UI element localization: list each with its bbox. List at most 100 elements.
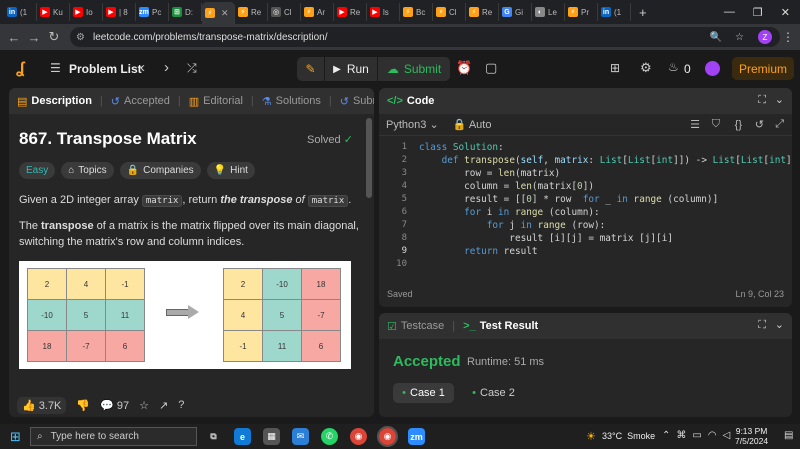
help-icon[interactable]: ? <box>178 399 184 411</box>
collapse-icon[interactable]: ⌄ <box>775 318 784 331</box>
restore-icon[interactable]: ❐ <box>753 6 763 19</box>
close-tab-icon[interactable]: ✕ <box>221 8 229 19</box>
browser-tab[interactable]: G Gi <box>499 3 532 21</box>
mail-icon[interactable]: ✉ <box>292 428 309 445</box>
back-icon[interactable]: ← <box>4 30 24 45</box>
code-tab[interactable]: </> Code <box>387 95 434 107</box>
user-avatar[interactable] <box>705 61 720 76</box>
task-view-icon[interactable]: ⧉ <box>205 428 222 445</box>
url-input[interactable]: ⚙ leetcode.com/problems/transpose-matrix… <box>70 27 780 47</box>
dislike-button[interactable]: 👎 <box>76 399 90 412</box>
browser-tab[interactable]: ▶ Ku <box>37 3 70 21</box>
browser-tab[interactable]: ⚡ Ar <box>301 3 334 21</box>
browser-tab[interactable]: ▶ | 8 <box>103 3 136 21</box>
prev-problem-icon[interactable]: ‹ <box>140 59 145 76</box>
streak-flame-icon[interactable]: ♨ <box>668 60 679 74</box>
browser-tab[interactable]: in (1 <box>598 3 631 21</box>
leetcode-logo-icon[interactable]: ʆ <box>16 60 25 78</box>
next-problem-icon[interactable]: › <box>164 59 169 76</box>
reset-icon[interactable]: ↺ <box>755 118 764 131</box>
windows-start-icon[interactable]: ⊞ <box>10 429 21 445</box>
tab-test-result[interactable]: >_ Test Result <box>463 320 538 332</box>
format-icon[interactable]: ☰ <box>690 118 700 131</box>
chevron-up-icon[interactable]: ⌃ <box>662 430 670 441</box>
premium-button[interactable]: Premium <box>732 57 794 80</box>
weather-text[interactable]: 33°C Smoke <box>602 431 655 441</box>
browser-tab[interactable]: ◎ Cl <box>268 3 301 21</box>
tab-testcase[interactable]: ☑ Testcase <box>387 320 444 333</box>
tab-solutions[interactable]: ⚗ Solutions <box>262 95 321 108</box>
timer-icon[interactable]: ⏰ <box>456 60 472 76</box>
browser-tab[interactable]: ⚡ Re <box>235 3 268 21</box>
settings-gear-icon[interactable]: ⚙ <box>640 60 652 76</box>
browser-tab[interactable]: ⚡ Bc <box>400 3 433 21</box>
bookmark-icon[interactable]: ⛉ <box>712 118 720 131</box>
debug-icon-button[interactable]: ✎ <box>297 57 324 81</box>
wifi-icon[interactable]: ◠ <box>708 430 717 441</box>
zoom-app-icon[interactable]: zm <box>408 428 425 445</box>
companies-button[interactable]: 🔒 Companies <box>119 162 201 179</box>
new-tab-button[interactable]: + <box>639 5 647 20</box>
shuffle-icon[interactable]: ⤮ <box>187 61 197 76</box>
whatsapp-icon[interactable]: ✆ <box>321 428 338 445</box>
like-button[interactable]: 👍 3.7K <box>17 396 67 414</box>
language-select[interactable]: Python3 ⌄ <box>386 118 439 131</box>
problem-list-link[interactable]: Problem List <box>69 62 142 76</box>
site-info-icon[interactable]: ⚙ <box>76 32 85 43</box>
notification-icon[interactable]: ▤ <box>784 430 793 441</box>
code-editor[interactable]: 1 2 3 4 5 6 7 8 9 10 class Solution: def transpos… <box>379 138 792 278</box>
close-window-icon[interactable]: ✕ <box>781 6 790 19</box>
tab-submissions[interactable]: ↺Submi <box>340 95 374 108</box>
problem-list-icon[interactable]: ☰ <box>50 61 61 75</box>
browser-tab[interactable]: ▶ Io <box>70 3 103 21</box>
submit-button[interactable]: ☁ Submit <box>378 57 450 81</box>
maximize-icon[interactable]: ⛶ <box>758 94 766 107</box>
hint-button[interactable]: 💡 Hint <box>206 162 255 179</box>
edge-icon[interactable]: e <box>234 428 251 445</box>
chrome-active-icon[interactable]: ◉ <box>377 426 398 447</box>
case-1-button[interactable]: • Case 1 <box>393 383 454 403</box>
fullscreen-icon[interactable]: ⤢ <box>775 118 784 131</box>
browser-tab[interactable]: ⚡ ✕ <box>202 2 235 24</box>
browser-tab[interactable]: ▶ Re <box>334 3 367 21</box>
browser-tab[interactable]: ⚡ Pr <box>565 3 598 21</box>
browser-tab[interactable]: ⊞ D: <box>169 3 202 21</box>
browser-tab[interactable]: in (1 <box>4 3 37 21</box>
tab-description[interactable]: ▤ Description <box>17 95 92 108</box>
browser-menu-icon[interactable]: ⋮ <box>782 30 794 44</box>
run-button[interactable]: ▶ Run <box>325 57 377 81</box>
share-icon[interactable]: ↗ <box>159 399 168 412</box>
autocomplete-mode[interactable]: 🔒 Auto <box>453 118 492 131</box>
description-scrollbar[interactable] <box>366 118 372 198</box>
browser-tab[interactable]: zm Pc <box>136 3 169 21</box>
chrome-icon[interactable]: ◉ <box>350 428 367 445</box>
reload-icon[interactable]: ↻ <box>44 29 64 45</box>
browser-tab[interactable]: ⚡ Re <box>466 3 499 21</box>
tab-editorial[interactable]: ▥ Editorial <box>189 95 243 108</box>
clock[interactable]: 9:13 PM 7/5/2024 <box>735 426 768 446</box>
profile-avatar[interactable]: Z <box>758 30 772 44</box>
store-icon[interactable]: ▦ <box>263 428 280 445</box>
layout-icon[interactable]: ⊞ <box>610 61 620 75</box>
matrix-cell: 6 <box>105 330 145 362</box>
browser-tab[interactable]: ⚡ Cl <box>433 3 466 21</box>
topics-button[interactable]: ⌂ Topics <box>61 162 114 179</box>
case-2-button[interactable]: • Case 2 <box>463 383 524 403</box>
bookmark-star-icon[interactable]: ☆ <box>735 32 744 43</box>
notes-icon[interactable]: ▢ <box>485 60 497 76</box>
taskbar-search-input[interactable]: ⌕ Type here to search <box>30 427 197 446</box>
comments-button[interactable]: 💬 97 <box>100 399 129 412</box>
browser-tab[interactable]: ▶ ls <box>367 3 400 21</box>
network-icon[interactable]: ⌘ <box>676 430 686 441</box>
battery-icon[interactable]: ▭ <box>692 430 701 441</box>
minimize-icon[interactable]: — <box>724 6 735 18</box>
forward-icon[interactable]: → <box>24 30 44 45</box>
maximize-icon[interactable]: ⛶ <box>758 319 766 332</box>
favorite-star-icon[interactable]: ☆ <box>139 399 149 412</box>
volume-icon[interactable]: ◁ <box>723 430 731 441</box>
browser-tab[interactable]: ◐ Le <box>532 3 565 21</box>
collapse-icon[interactable]: ⌄ <box>775 93 784 106</box>
zoom-icon[interactable]: 🔍 <box>710 32 722 43</box>
braces-icon[interactable]: {} <box>735 119 742 131</box>
tab-accepted[interactable]: ↺ Accepted <box>111 95 170 108</box>
